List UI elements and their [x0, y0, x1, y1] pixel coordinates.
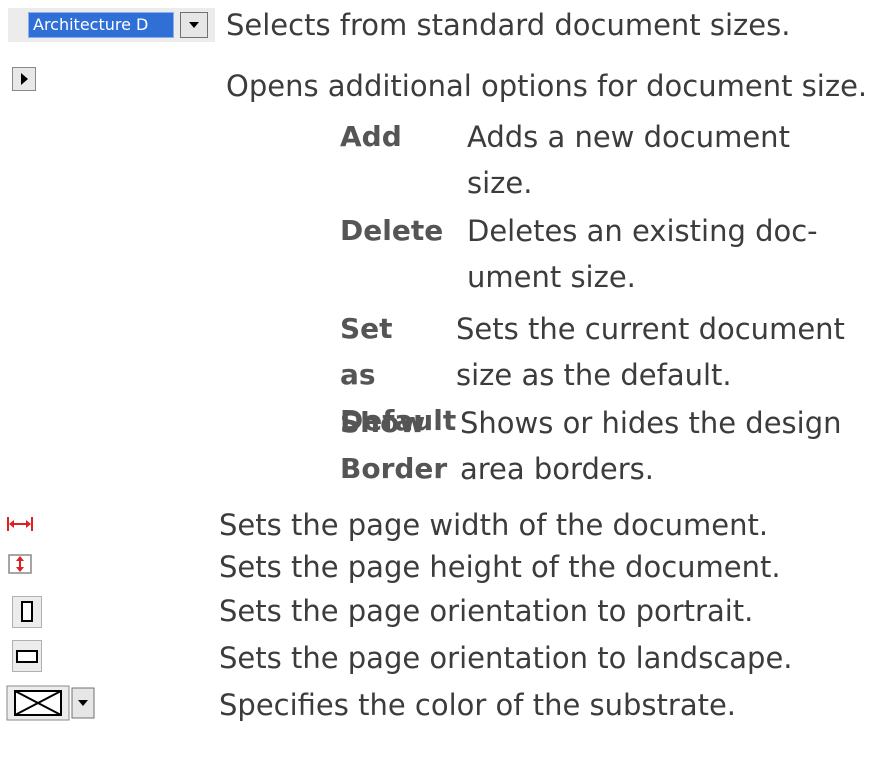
vertical-arrows-icon[interactable]	[6, 553, 34, 575]
add-description: Adds a new document size.	[467, 120, 790, 200]
show-border-description: Shows or hides the design area borders.	[460, 406, 842, 486]
delete-description: Deletes an existing doc-ument size.	[467, 214, 818, 294]
show-border-term: Show Border	[340, 406, 448, 485]
play-arrow-icon[interactable]	[12, 67, 36, 91]
portrait-icon[interactable]	[12, 596, 42, 628]
document-size-dropdown[interactable]: Architecture D	[8, 8, 215, 42]
delete-term: Delete	[340, 214, 444, 247]
add-term: Add	[340, 120, 402, 153]
page-height-description: Sets the page height of the document.	[219, 550, 781, 584]
landscape-description: Sets the page orientation to landscape.	[219, 641, 793, 675]
landscape-icon[interactable]	[12, 640, 42, 672]
set-as-default-description: Sets the current document size as the de…	[456, 312, 845, 392]
document-size-value[interactable]: Architecture D	[28, 12, 174, 38]
substrate-color-picker[interactable]	[6, 685, 106, 721]
horizontal-arrows-icon[interactable]	[6, 513, 34, 535]
substrate-description: Specifies the color of the substrate.	[219, 688, 737, 722]
portrait-description: Sets the page orientation to portrait.	[219, 594, 754, 628]
page-width-description: Sets the page width of the document.	[219, 508, 769, 542]
chevron-down-icon[interactable]	[180, 12, 208, 38]
size-options-description: Opens additional options for document si…	[226, 69, 868, 103]
size-selector-description: Selects from standard document sizes.	[226, 8, 791, 42]
